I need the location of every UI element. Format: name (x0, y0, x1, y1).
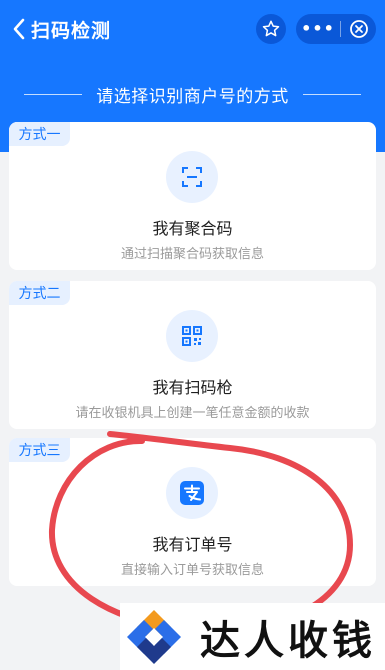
watermark-text: 达人收钱 (200, 617, 376, 664)
method-card-scanner-gun[interactable]: 方式二 我有扫码枪 请在收银机具上创建一笔任意金额的收款 (9, 281, 376, 429)
heading-line-left (24, 93, 83, 95)
star-icon (262, 20, 280, 37)
method-tag: 方式二 (9, 281, 70, 305)
alipay-icon (166, 467, 218, 519)
method-description: 通过扫描聚合码获取信息 (120, 247, 264, 262)
heading-line-right (302, 93, 361, 95)
method-card-order-number[interactable]: 方式三 我有订单号 直接输入订单号获取信息 (9, 438, 376, 586)
qrcode-icon (166, 310, 218, 362)
chevron-left-icon (13, 18, 25, 40)
close-circle-icon (349, 20, 368, 38)
section-heading: 请选择识别商户号的方式 (0, 82, 385, 107)
back-button[interactable]: 扫码检测 (12, 16, 111, 42)
section-heading-text: 请选择识别商户号的方式 (96, 86, 289, 107)
favorite-button[interactable] (256, 14, 286, 44)
method-title: 我有订单号 (152, 535, 233, 554)
method-tag: 方式三 (9, 438, 70, 462)
method-title: 我有聚合码 (152, 219, 233, 238)
method-title: 我有扫码枪 (152, 378, 233, 397)
method-description: 直接输入订单号获取信息 (120, 563, 264, 578)
more-button[interactable]: ••• (296, 14, 340, 44)
close-button[interactable] (341, 14, 376, 44)
method-tag: 方式一 (9, 122, 70, 146)
more-icon: ••• (301, 19, 335, 38)
method-description: 请在收银机具上创建一笔任意金额的收款 (75, 406, 310, 421)
mini-program-capsule: ••• (296, 14, 376, 44)
page-title: 扫码检测 (31, 19, 112, 42)
method-card-aggregate-code[interactable]: 方式一 我有聚合码 通过扫描聚合码获取信息 (9, 122, 376, 270)
brand-watermark: 达人收钱 (120, 603, 385, 670)
brand-logo-icon (127, 609, 181, 664)
scan-frame-icon (166, 151, 218, 203)
